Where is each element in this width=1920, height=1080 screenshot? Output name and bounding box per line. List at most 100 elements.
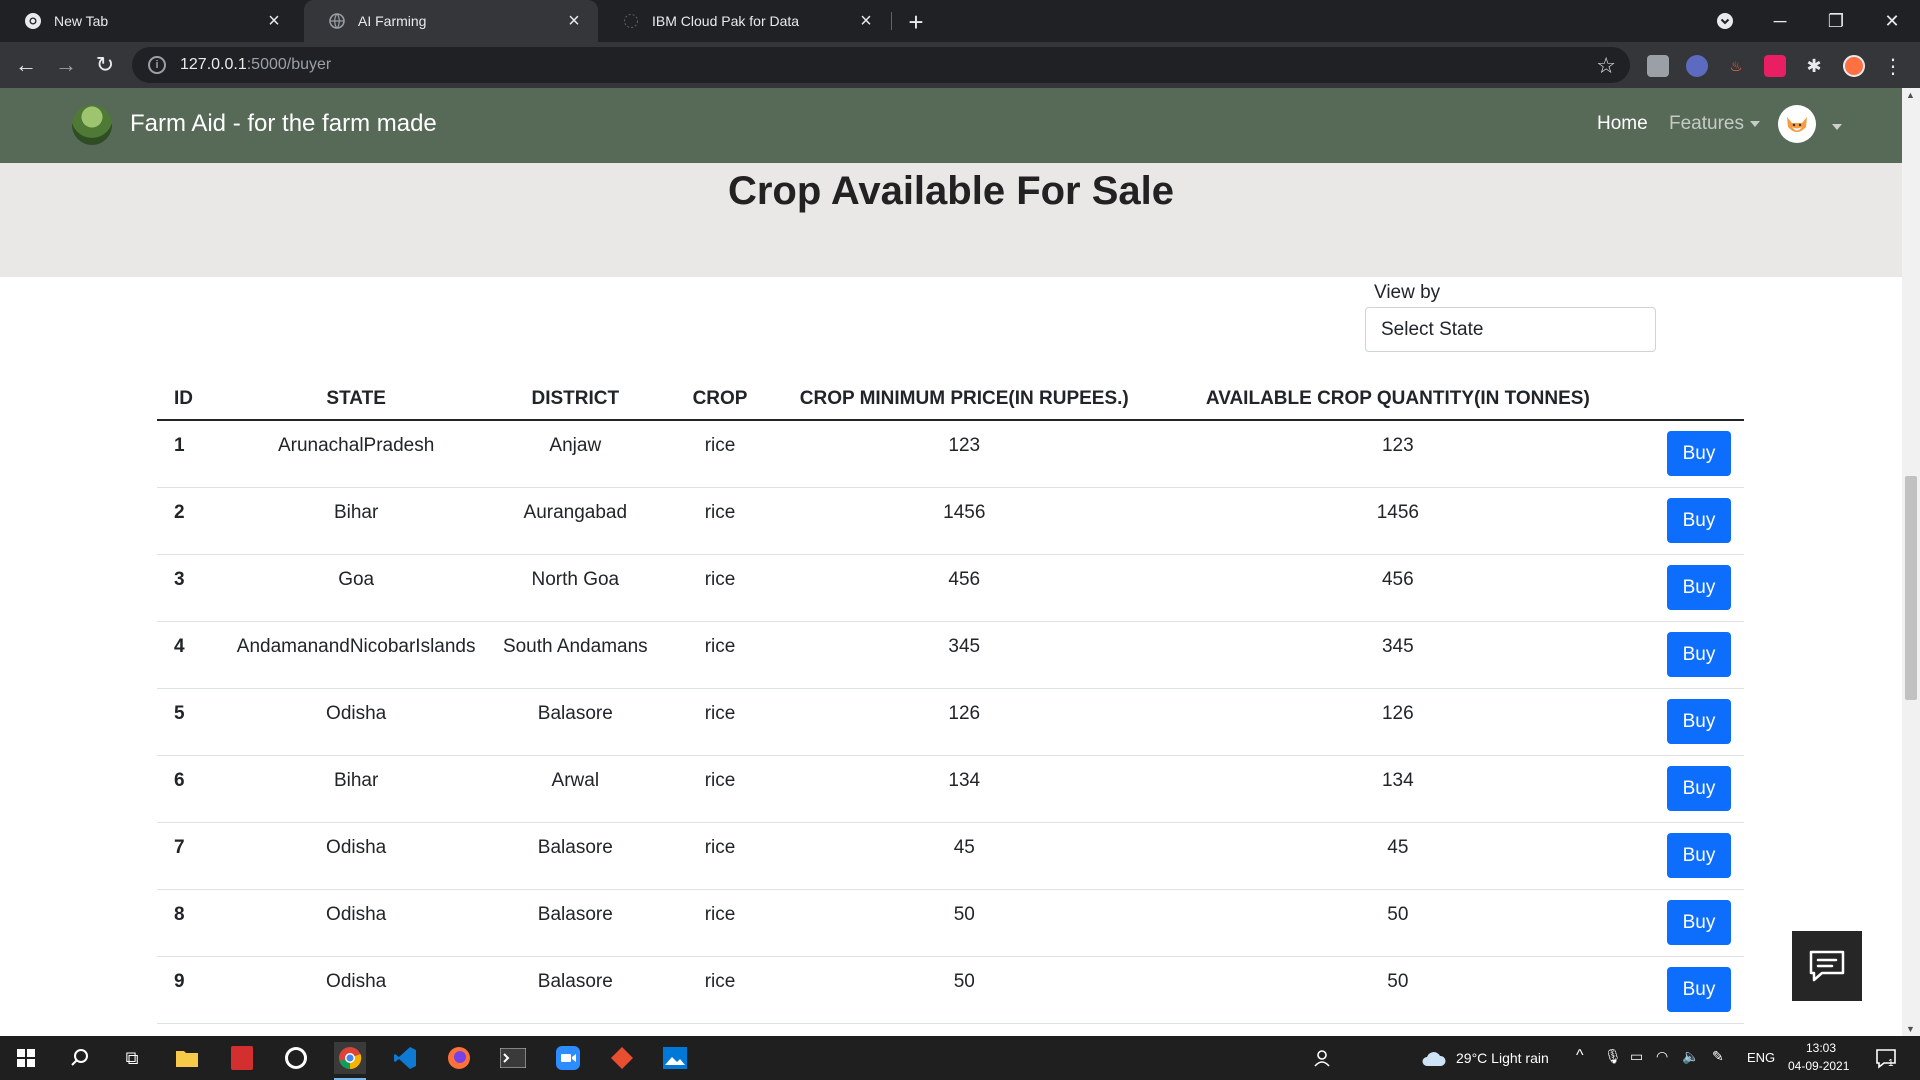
scrollbar-thumb[interactable] <box>1905 476 1917 700</box>
close-window-button[interactable]: ✕ <box>1864 0 1920 42</box>
back-arrow-icon[interactable]: ← <box>10 49 42 81</box>
weather-cloud-icon[interactable] <box>1417 1042 1449 1074</box>
cell-id: 4 <box>157 621 237 689</box>
windows-start-icon[interactable] <box>10 1042 42 1074</box>
buy-button[interactable]: Buy <box>1667 899 1731 945</box>
buy-button[interactable]: Buy <box>1667 966 1731 1012</box>
globe-icon <box>328 12 346 30</box>
col-min-price: CROP MINIMUM PRICE(IN RUPEES.) <box>764 378 1164 421</box>
table-row: 6 Bihar Arwal rice 134 134 Buy <box>157 755 1744 823</box>
user-avatar[interactable] <box>1778 105 1816 143</box>
extension-grid-icon[interactable] <box>1647 55 1669 77</box>
address-bar[interactable]: i 127.0.0.1:5000/buyer ☆ <box>132 47 1630 83</box>
clock-time[interactable]: 13:03 <box>1806 1041 1836 1055</box>
buy-button[interactable]: Buy <box>1667 832 1731 878</box>
new-tab-button[interactable]: + <box>900 6 932 38</box>
page-scrollbar[interactable]: ▲ ▼ <box>1902 88 1920 1036</box>
extension-fire-icon[interactable]: ♨ <box>1725 55 1747 77</box>
cell-state: AndamanandNicobarIslands <box>236 621 476 689</box>
buy-button[interactable]: Buy <box>1667 564 1731 610</box>
col-quantity: AVAILABLE CROP QUANTITY(IN TONNES) <box>1163 378 1633 421</box>
cell-quantity: 134 <box>1163 755 1633 823</box>
tray-expand-chevron-icon[interactable]: ^ <box>1576 1047 1584 1065</box>
buy-button[interactable]: Buy <box>1667 497 1731 543</box>
nav-home-link[interactable]: Home <box>1597 113 1648 135</box>
table-row: 4 AndamanandNicobarIslands South Andaman… <box>157 621 1744 689</box>
reload-icon[interactable]: ↻ <box>89 49 121 81</box>
scroll-up-arrow-icon[interactable]: ▲ <box>1906 90 1915 100</box>
language-indicator[interactable]: ENG <box>1747 1050 1775 1065</box>
battery-icon[interactable]: ▭ <box>1630 1048 1643 1065</box>
people-icon[interactable] <box>1307 1042 1339 1074</box>
photos-icon[interactable] <box>659 1042 691 1074</box>
terminal-icon[interactable] <box>497 1042 529 1074</box>
cell-district: Aurangabad <box>475 487 676 555</box>
cell-quantity: 345 <box>1163 621 1633 689</box>
profile-avatar-icon[interactable] <box>1843 55 1865 77</box>
chat-button[interactable] <box>1792 931 1862 1001</box>
git-icon[interactable] <box>606 1042 638 1074</box>
cell-crop: rice <box>675 889 765 957</box>
tab-ai-farming[interactable]: AI Farming × <box>304 0 598 42</box>
buy-button[interactable]: Buy <box>1667 698 1731 744</box>
state-select-value: Select State <box>1381 318 1484 340</box>
tab-new-tab[interactable]: New Tab × <box>0 0 298 42</box>
extensions-puzzle-icon[interactable]: ✱ <box>1803 55 1825 77</box>
clock-date[interactable]: 04-09-2021 <box>1788 1059 1849 1073</box>
close-tab-icon[interactable]: × <box>264 10 284 32</box>
user-menu-caret-icon[interactable] <box>1826 118 1842 136</box>
firefox-icon[interactable] <box>443 1042 475 1074</box>
scroll-down-arrow-icon[interactable]: ▼ <box>1906 1024 1915 1034</box>
notification-center-icon[interactable] <box>1870 1042 1902 1074</box>
cell-id: 6 <box>157 755 237 823</box>
weather-text[interactable]: 29°C Light rain <box>1456 1050 1549 1066</box>
minimize-button[interactable]: ─ <box>1752 0 1808 42</box>
buy-button[interactable]: Buy <box>1667 765 1731 811</box>
extension-pen-icon[interactable] <box>1764 55 1786 77</box>
chrome-menu-icon[interactable]: ⋮ <box>1882 55 1904 78</box>
tab-search-icon[interactable] <box>1697 0 1753 42</box>
task-view-icon[interactable]: ⧉ <box>116 1042 148 1074</box>
table-row: 3 Goa North Goa rice 456 456 Buy <box>157 554 1744 622</box>
zoom-icon[interactable] <box>552 1042 584 1074</box>
table-header-row: ID STATE DISTRICT CROP CROP MINIMUM PRIC… <box>157 378 1744 421</box>
state-select[interactable]: Select State <box>1365 307 1656 352</box>
nav-features-dropdown[interactable]: Features <box>1669 113 1760 135</box>
cell-price: 123 <box>764 420 1164 488</box>
whatsapp-icon[interactable] <box>280 1042 312 1074</box>
page-title: Crop Available For Sale <box>727 169 1175 213</box>
extension-owl-icon[interactable] <box>1686 55 1708 77</box>
chrome-icon <box>24 12 42 30</box>
cell-id: 2 <box>157 487 237 555</box>
bookmark-star-icon[interactable]: ☆ <box>1596 53 1616 79</box>
restore-button[interactable]: ❐ <box>1808 0 1864 42</box>
cell-state: Odisha <box>236 889 476 957</box>
close-tab-icon[interactable]: × <box>564 10 584 32</box>
cell-price: 1456 <box>764 487 1164 555</box>
farm-logo-icon[interactable] <box>72 105 112 145</box>
caret-down-icon <box>1749 120 1760 127</box>
cell-district: Balasore <box>475 889 676 957</box>
microphone-icon[interactable]: 🎙 <box>1604 1048 1622 1065</box>
cell-state: Odisha <box>236 956 476 1024</box>
volume-icon[interactable]: 🔈 <box>1682 1048 1699 1065</box>
vscode-icon[interactable] <box>389 1042 421 1074</box>
chrome-taskbar-icon[interactable] <box>334 1042 366 1080</box>
search-icon[interactable] <box>64 1042 96 1074</box>
tab-ibm-cloud-pak[interactable]: IBM Cloud Pak for Data × <box>598 0 890 42</box>
file-explorer-icon[interactable] <box>171 1042 203 1074</box>
cell-crop: rice <box>675 621 765 689</box>
forward-arrow-icon[interactable]: → <box>50 49 82 81</box>
close-tab-icon[interactable]: × <box>856 10 876 32</box>
buy-button[interactable]: Buy <box>1667 631 1731 677</box>
buy-button[interactable]: Buy <box>1667 431 1731 476</box>
wifi-icon[interactable]: ◠ <box>1656 1048 1668 1065</box>
browser-toolbar: ← → ↻ i 127.0.0.1:5000/buyer ☆ ♨ ✱ ⋮ <box>0 42 1920 88</box>
brand-name[interactable]: Farm Aid - for the farm made <box>130 110 437 138</box>
site-info-icon[interactable]: i <box>148 56 166 74</box>
acrobat-icon[interactable] <box>226 1042 258 1074</box>
tab-title: AI Farming <box>358 13 427 29</box>
cell-state: Odisha <box>236 688 476 756</box>
cell-crop: rice <box>675 487 765 555</box>
pen-ink-icon[interactable]: ✎ <box>1712 1048 1724 1065</box>
